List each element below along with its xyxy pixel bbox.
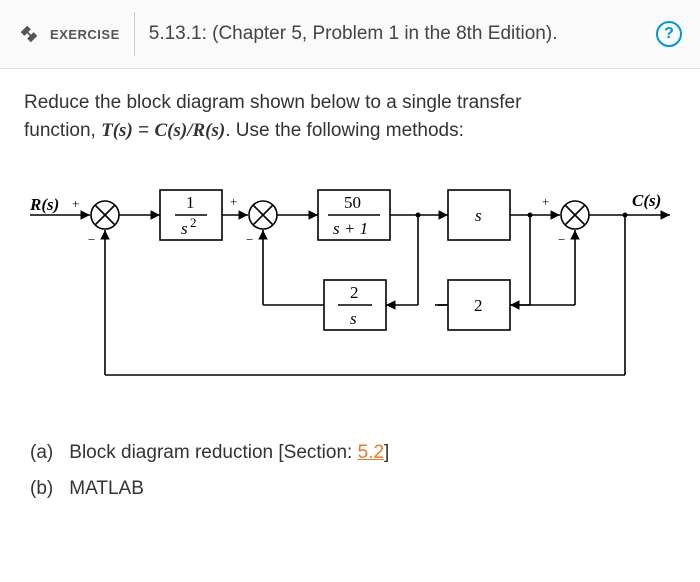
exercise-title: 5.13.1: (Chapter 5, Problem 1 in the 8th… (149, 22, 646, 47)
input-label: R(s) (30, 195, 59, 214)
header-divider (134, 12, 135, 56)
block1-den: s (181, 219, 188, 238)
svg-text:s + 1: s + 1 (333, 219, 368, 238)
problem-prompt: Reduce the block diagram shown below to … (24, 89, 676, 144)
method-a-text1: Block diagram reduction [Section: (69, 442, 357, 463)
fb1-num: 2 (350, 283, 359, 302)
exercise-label: EXERCISE (50, 27, 120, 42)
help-icon[interactable]: ? (656, 21, 682, 47)
sign-minus-1: − (88, 232, 95, 247)
fb2-label: 2 (474, 296, 483, 315)
sign-minus-2: − (246, 232, 253, 247)
method-a-letter: (a) (30, 435, 64, 471)
prompt-line1: Reduce the block diagram shown below to … (24, 92, 521, 113)
exercise-icon (18, 23, 40, 45)
block3-label: s (475, 206, 482, 225)
eq-R: R (192, 120, 205, 141)
eq-T: T (101, 120, 113, 141)
method-b-letter: (b) (30, 471, 64, 507)
block1-num: 1 (186, 193, 195, 212)
fb1-den: s (350, 309, 357, 328)
block-diagram: .ln{stroke:#000;stroke-width:1.6;fill:no… (30, 170, 670, 405)
section-link[interactable]: 5.2 (358, 442, 384, 463)
method-a: (a) Block diagram reduction [Section: 5.… (30, 435, 676, 471)
prompt-line2a: function, (24, 120, 101, 141)
sign-plus-1: + (72, 196, 79, 211)
block2-den: s + 1 (333, 219, 368, 238)
sign-minus-3: − (558, 232, 565, 247)
sign-plus-2: + (230, 194, 237, 209)
block2-num: 50 (344, 193, 361, 212)
exercise-header: EXERCISE 5.13.1: (Chapter 5, Problem 1 i… (0, 0, 700, 69)
output-label: C(s) (632, 191, 661, 210)
methods-list: (a) Block diagram reduction [Section: 5.… (24, 435, 676, 507)
method-b-text: MATLAB (69, 478, 144, 499)
eq-s3: s (211, 120, 218, 141)
method-a-text2: ] (384, 442, 389, 463)
block1-den-sup: 2 (190, 215, 197, 230)
sign-plus-3: + (542, 194, 549, 209)
eq-equals: = (133, 120, 155, 141)
eq-C: C (154, 120, 167, 141)
prompt-line2b: . Use the following methods: (225, 120, 464, 141)
method-b: (b) MATLAB (30, 471, 676, 507)
eq-s2: s (173, 120, 180, 141)
content-area: Reduce the block diagram shown below to … (0, 69, 700, 517)
